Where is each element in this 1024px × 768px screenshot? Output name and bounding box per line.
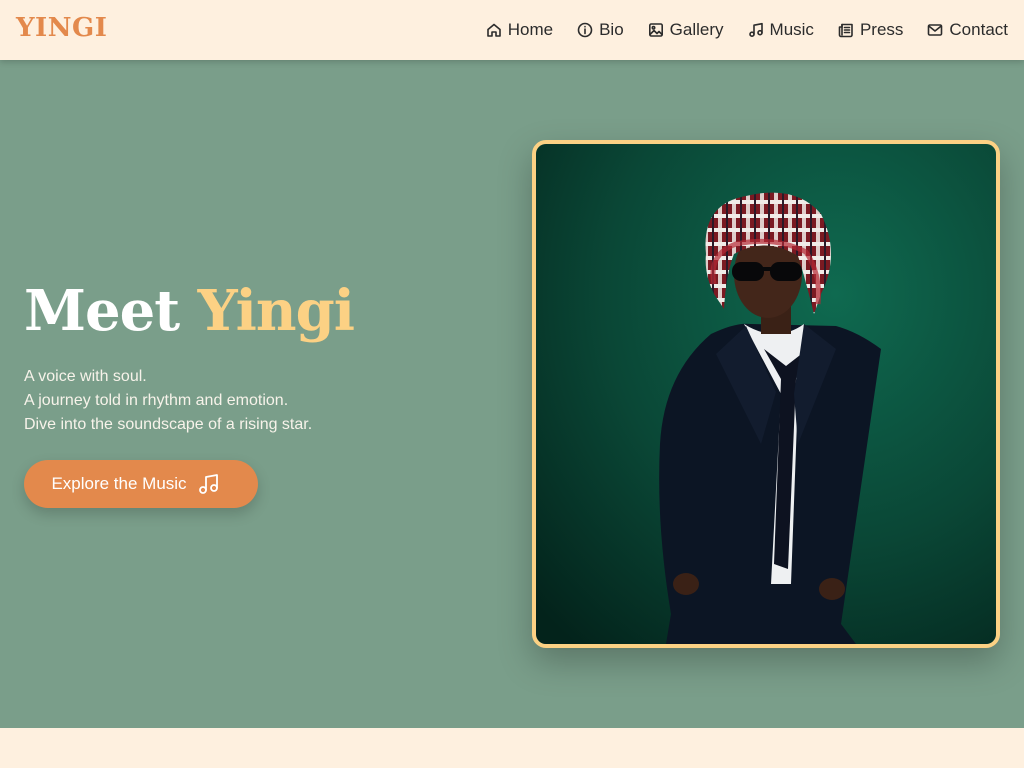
hero-tagline: A voice with soul. A journey told in rhy…	[24, 365, 312, 437]
tagline-line: A journey told in rhythm and emotion.	[24, 392, 289, 409]
nav-item-label: Bio	[599, 20, 624, 39]
home-icon	[486, 23, 501, 37]
artist-photo	[532, 140, 1000, 648]
newspaper-icon	[838, 23, 853, 38]
nav-item-music[interactable]: Music	[748, 20, 814, 40]
nav-item-gallery[interactable]: Gallery	[648, 20, 724, 40]
nav-item-label: Gallery	[669, 20, 724, 39]
nav-item-home[interactable]: Home	[486, 20, 553, 40]
nav-item-label: Home	[507, 20, 554, 39]
info-icon	[577, 22, 593, 38]
nav-item-bio[interactable]: Bio	[577, 20, 624, 40]
music-note-icon	[748, 22, 763, 37]
hero-section: Meet Yingi A voice with soul. A journey …	[0, 60, 1024, 728]
main-nav: Home Bio Gallery Music Press Contact	[486, 0, 1008, 60]
headline-main: Meet	[24, 278, 180, 344]
hero-headline: Meet Yingi	[24, 278, 355, 344]
next-section-strip	[0, 728, 1024, 768]
nav-item-label: Contact	[949, 20, 1008, 39]
nav-item-press[interactable]: Press	[838, 20, 903, 40]
headline-accent: Yingi	[197, 278, 355, 344]
mail-icon	[928, 24, 943, 36]
nav-item-contact[interactable]: Contact	[927, 20, 1008, 40]
tagline-line: Dive into the soundscape of a rising sta…	[24, 416, 313, 433]
image-icon	[648, 23, 663, 37]
cta-label: Explore the Music	[51, 474, 187, 493]
nav-item-label: Press	[859, 20, 904, 39]
artist-portrait-image	[536, 144, 996, 644]
brand-logo[interactable]: YINGI	[16, 13, 107, 43]
explore-music-button[interactable]: Explore the Music	[24, 460, 258, 508]
music-note-icon	[198, 474, 218, 494]
top-navbar: YINGI Home Bio Gallery Music Press Conta…	[0, 0, 1024, 60]
nav-item-label: Music	[769, 20, 814, 39]
tagline-line: A voice with soul.	[24, 368, 147, 385]
